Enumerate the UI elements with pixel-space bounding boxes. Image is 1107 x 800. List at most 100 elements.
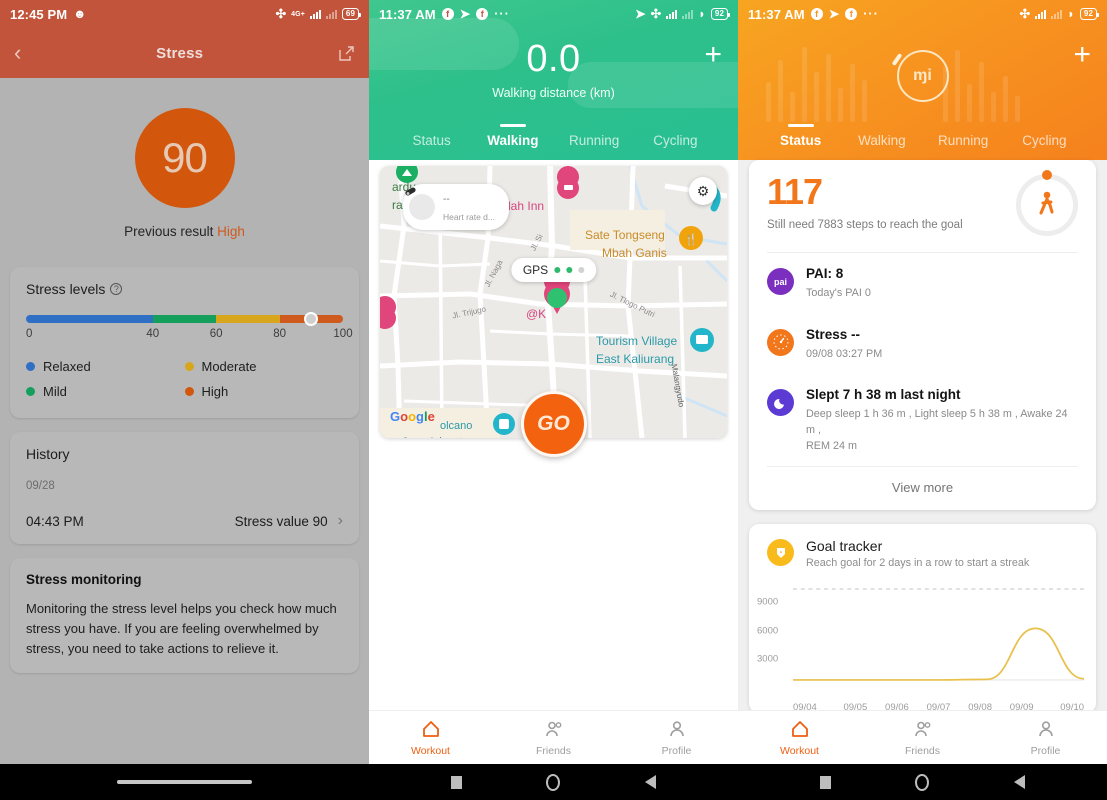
walking-metric: 0.0 Walking distance (km) <box>369 28 738 100</box>
nav-label-profile: Profile <box>661 744 692 757</box>
stat-row-0[interactable]: pai PAI: 8 Today's PAI 0 <box>749 253 1096 314</box>
tab-walking[interactable]: Walking <box>472 133 553 150</box>
stat-title-1: Stress -- <box>806 326 861 342</box>
app-bar: ‹ Stress <box>0 28 369 78</box>
heart-rate-sensor-icon <box>405 187 435 220</box>
steps-count: 117 <box>767 171 823 212</box>
status-bar: 11:37 AM f ➤ f ··· ✣ ◗ 92 <box>738 0 1107 28</box>
stress-levels-title: Stress levels <box>26 281 106 297</box>
tab-status[interactable]: Status <box>391 133 472 150</box>
share-external-icon[interactable] <box>338 45 355 62</box>
tab-running[interactable]: Running <box>554 133 635 150</box>
go-button[interactable]: GO <box>520 391 587 457</box>
legend-label-2: Mild <box>43 384 67 399</box>
stat-rows: pai PAI: 8 Today's PAI 0 Stress -- 09/08… <box>749 253 1096 466</box>
nav-label-profile: Profile <box>1030 744 1061 757</box>
nav-item-workout[interactable]: Workout <box>738 711 861 764</box>
nav-item-friends[interactable]: Friends <box>861 711 984 764</box>
history-row-value: Stress value 90 <box>234 513 328 529</box>
tab-running[interactable]: Running <box>923 133 1004 150</box>
signal-bars-icon-2 <box>325 9 337 19</box>
google-attribution: Google <box>390 409 435 424</box>
stress-gauge[interactable] <box>26 312 343 326</box>
nav-label-workout: Workout <box>780 744 819 757</box>
stat-row-2[interactable]: z Slept 7 h 38 m last night Deep sleep 1… <box>749 374 1096 466</box>
stress-gauge-track <box>26 315 343 323</box>
signal-bars-icon-2 <box>1051 9 1063 19</box>
history-row[interactable]: 04:43 PM Stress value 90 › <box>26 512 343 530</box>
friends-icon <box>544 719 564 742</box>
chevron-right-icon[interactable]: › <box>338 512 343 530</box>
messenger-icon: ➤ <box>828 6 840 21</box>
panel-walking: 11:37 AM f ➤ f ··· ➤ ✣ ◗ 92 + 0.0 Walkin… <box>369 0 738 800</box>
svg-text:z: z <box>783 398 786 404</box>
wifi-icon: ◗ <box>1067 6 1075 21</box>
heart-rate-chip[interactable]: -- Heart rate d... <box>403 184 509 230</box>
gauge-segment-0 <box>26 315 153 323</box>
legend-dot-0 <box>26 362 35 371</box>
gps-dot-2 <box>566 267 573 273</box>
history-card: History 09/28 04:43 PM Stress value 90 › <box>10 432 359 544</box>
home-circle-icon[interactable] <box>546 773 561 791</box>
legend-dot-3 <box>184 387 194 396</box>
gauge-tick-0: 0 <box>26 328 33 340</box>
bluetooth-icon: ✣ <box>1019 6 1031 21</box>
goal-tracker-header: Goal tracker Reach goal for 2 days in a … <box>749 524 1096 573</box>
legend-label-0: Relaxed <box>43 359 91 374</box>
gps-chip[interactable]: GPS <box>510 258 597 282</box>
walking-header: 11:37 AM f ➤ f ··· ➤ ✣ ◗ 92 + 0.0 Walkin… <box>369 0 738 160</box>
wifi-icon: ◗ <box>698 6 706 21</box>
goal-tracker-chart: 9000 6000 3000 <box>757 581 1084 696</box>
nav-item-profile[interactable]: Profile <box>984 711 1107 764</box>
steps-progress-pip <box>1042 170 1052 180</box>
back-chevron-icon[interactable]: ‹ <box>14 42 21 64</box>
pai-badge-icon: pai <box>767 268 794 295</box>
friends-icon <box>913 719 933 742</box>
settings-gear-icon[interactable]: ⚙ <box>689 177 717 205</box>
steps-row[interactable]: 117 Still need 7883 steps to reach the g… <box>749 160 1096 252</box>
recents-square-icon[interactable] <box>820 775 832 789</box>
legend-item-3: High <box>184 384 344 399</box>
signal-bars-icon-1 <box>666 9 678 19</box>
activity-tabs: Status Walking Running Cycling <box>738 133 1107 150</box>
stress-levels-card: Stress levels ? 0 40 60 80 100 Relaxed Modera… <box>10 267 359 418</box>
battery-icon: 92 <box>710 8 731 20</box>
goal-tracker-card: Goal tracker Reach goal for 2 days in a … <box>749 524 1096 714</box>
stress-gauge-icon <box>767 328 794 356</box>
bottom-navigation: Workout Friends Profile <box>369 710 738 764</box>
system-navigation-bar <box>738 764 1107 800</box>
back-triangle-icon[interactable] <box>1013 775 1025 789</box>
activity-tabs: Status Walking Running Cycling <box>369 133 738 150</box>
gauge-tick-40: 40 <box>146 328 160 340</box>
nav-item-profile[interactable]: Profile <box>615 711 738 764</box>
steps-progress-ring <box>1016 170 1078 236</box>
add-button[interactable]: + <box>704 40 722 70</box>
stress-legend: Relaxed Moderate Mild High <box>26 354 343 404</box>
gauge-tick-100: 100 <box>333 328 353 340</box>
nav-item-workout[interactable]: Workout <box>369 711 492 764</box>
recents-square-icon[interactable] <box>451 775 463 789</box>
view-more-button[interactable]: View more <box>767 466 1078 510</box>
history-date: 09/28 <box>26 480 55 492</box>
history-row-time: 04:43 PM <box>26 513 84 529</box>
home-indicator[interactable] <box>117 780 252 784</box>
stat-row-1[interactable]: Stress -- 09/08 03:27 PM <box>749 314 1096 375</box>
stress-gauge-ticks: 0 40 60 80 100 <box>26 328 353 342</box>
status-header: 11:37 AM f ➤ f ··· ✣ ◗ 92 + ɱi Status Wal… <box>738 0 1107 160</box>
home-pin-icon <box>790 719 810 742</box>
nav-label-workout: Workout <box>411 744 450 757</box>
stress-gauge-knob[interactable] <box>304 312 319 326</box>
nav-item-friends[interactable]: Friends <box>492 711 615 764</box>
tab-walking[interactable]: Walking <box>841 133 922 150</box>
help-question-icon[interactable]: ? <box>110 283 123 295</box>
tab-cycling[interactable]: Cycling <box>635 133 716 150</box>
stress-cards: Stress levels ? 0 40 60 80 100 Relaxed Modera… <box>0 267 369 674</box>
chart-ytick-6000: 6000 <box>757 625 779 637</box>
back-triangle-icon[interactable] <box>644 775 656 789</box>
svg-text:🍴: 🍴 <box>684 233 698 246</box>
location-arrow-icon: ➤ <box>635 6 646 21</box>
tab-status[interactable]: Status <box>760 133 841 150</box>
home-circle-icon[interactable] <box>915 773 930 791</box>
add-button[interactable]: + <box>1073 40 1091 70</box>
tab-cycling[interactable]: Cycling <box>1004 133 1085 150</box>
